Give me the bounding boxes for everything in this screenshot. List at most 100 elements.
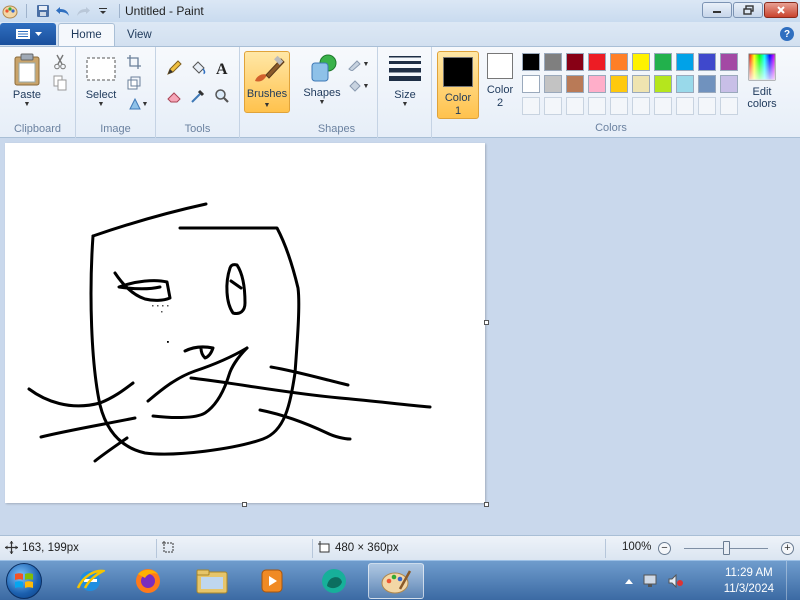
cut-icon[interactable] [50,53,70,71]
paint-icon [381,570,412,594]
text-tool-icon[interactable]: A [212,59,232,77]
messenger-icon [322,569,346,593]
taskbar-windows-explorer[interactable] [184,563,240,599]
zoom-slider-thumb[interactable] [723,541,730,555]
tab-view[interactable]: View [115,23,164,46]
tab-home[interactable]: Home [58,23,115,46]
palette-swatch[interactable] [610,53,628,71]
taskbar-internet-explorer[interactable] [62,563,118,599]
pencil-icon[interactable] [164,59,184,77]
save-icon[interactable] [35,3,51,19]
volume-icon[interactable] [668,573,684,589]
minimize-button[interactable] [702,2,732,18]
taskbar-firefox[interactable] [120,563,176,599]
start-button[interactable] [6,563,42,599]
custom-color-slot[interactable] [588,97,606,115]
palette-swatch[interactable] [522,53,540,71]
palette-swatch[interactable] [588,53,606,71]
fill-icon[interactable]: ▼ [344,77,372,95]
palette-swatch[interactable] [676,53,694,71]
custom-color-slot[interactable] [610,97,628,115]
zoom-in-button[interactable]: + [781,542,794,555]
color-picker-icon[interactable] [188,87,208,105]
network-icon[interactable] [642,573,658,589]
undo-icon[interactable] [55,3,71,19]
image-group: Select ▼ ▼ Image [76,47,156,138]
palette-swatch[interactable] [588,75,606,93]
cursor-position: 163, 199px [5,541,79,554]
color2-button[interactable]: Color 2 [481,53,519,109]
brushes-button[interactable]: Brushes ▼ [244,51,290,113]
eraser-icon[interactable] [164,87,184,105]
paint-app-icon[interactable] [2,3,18,19]
outline-icon[interactable]: ▼ [344,55,372,73]
custom-color-slot[interactable] [720,97,738,115]
tools-group-label: Tools [184,123,211,135]
help-icon[interactable]: ? [780,27,794,41]
shapes-button[interactable]: Shapes ▼ [302,53,342,106]
palette-swatch[interactable] [566,53,584,71]
taskbar-paint[interactable] [368,563,424,599]
windows-logo-icon [15,573,33,588]
qat-separator [119,4,120,18]
color1-swatch [443,57,473,87]
customize-qat-icon[interactable] [95,3,111,19]
resize-handle-right[interactable] [484,320,489,325]
taskbar-live-messenger[interactable] [306,563,362,599]
palette-swatch[interactable] [566,75,584,93]
custom-color-slot[interactable] [654,97,672,115]
palette-swatch[interactable] [698,53,716,71]
palette-swatch[interactable] [654,75,672,93]
image-size-text: 480 × 360px [335,541,399,554]
custom-color-slot[interactable] [676,97,694,115]
palette-swatch[interactable] [720,75,738,93]
show-desktop-button[interactable] [786,561,800,600]
palette-swatch[interactable] [698,75,716,93]
palette-swatch[interactable] [632,75,650,93]
custom-color-slot[interactable] [632,97,650,115]
redo-icon[interactable] [75,3,91,19]
select-button[interactable]: Select ▼ [82,55,120,108]
color1-label-line1: Color [444,92,472,104]
custom-color-slot[interactable] [522,97,540,115]
edit-colors-button[interactable]: Edit colors [743,53,781,110]
taskbar-clock[interactable]: 11:29 AM 11/3/2024 [724,565,774,597]
palette-swatch[interactable] [522,75,540,93]
resize-handle-corner[interactable] [484,502,489,507]
palette-swatch[interactable] [654,53,672,71]
magnifier-icon[interactable] [212,87,232,105]
rotate-icon[interactable]: ▼ [124,95,152,113]
show-hidden-icons-icon[interactable] [621,573,637,589]
selection-size [162,541,175,554]
palette-swatch[interactable] [720,53,738,71]
chevron-down-icon: ▼ [401,101,409,108]
palette-swatch[interactable] [544,75,562,93]
palette-swatch[interactable] [610,75,628,93]
edit-colors-line2: colors [747,98,777,110]
crop-icon[interactable] [124,53,144,71]
resize-handle-bottom[interactable] [242,502,247,507]
palette-swatch[interactable] [676,75,694,93]
taskbar-media-player[interactable] [244,563,300,599]
custom-color-slot[interactable] [544,97,562,115]
canvas-workspace[interactable] [0,138,800,535]
paste-button[interactable]: Paste ▼ [7,53,47,108]
custom-color-slot[interactable] [698,97,716,115]
chevron-down-icon: ▼ [141,100,149,108]
color1-label-line2: 1 [454,105,462,117]
copy-icon[interactable] [50,74,70,92]
close-button[interactable] [764,2,798,18]
color1-button[interactable]: Color 1 [437,51,479,119]
application-menu-button[interactable] [0,23,56,45]
restore-button[interactable] [733,2,763,18]
resize-icon[interactable] [124,74,144,92]
palette-swatch[interactable] [544,53,562,71]
custom-color-slot[interactable] [566,97,584,115]
size-button[interactable]: Size ▼ [384,55,426,108]
fill-bucket-icon[interactable] [188,59,208,77]
drawing-canvas[interactable] [5,143,485,503]
chevron-down-icon: ▼ [362,60,370,68]
palette-swatch[interactable] [632,53,650,71]
color-spectrum-icon [748,53,776,81]
zoom-out-button[interactable]: − [658,542,671,555]
